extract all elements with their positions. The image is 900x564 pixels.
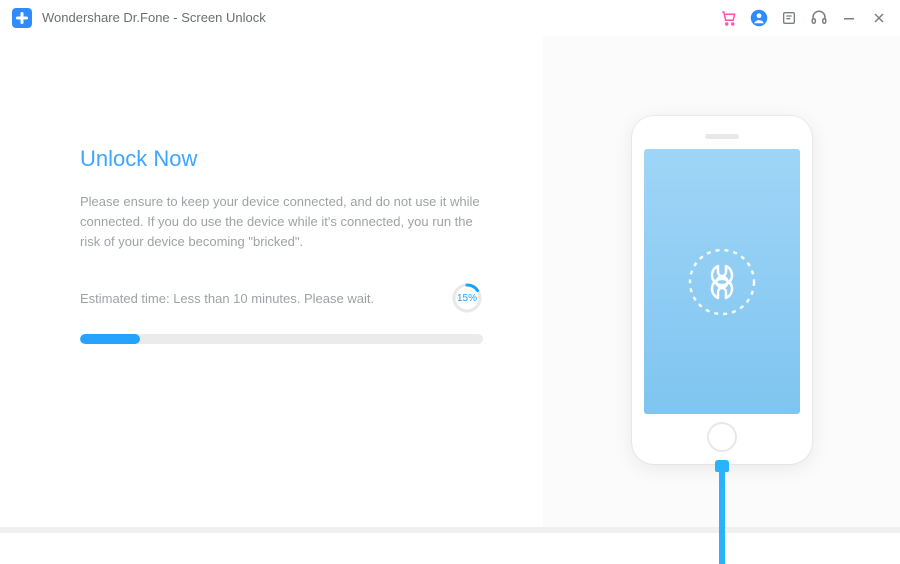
close-button[interactable] (870, 9, 888, 27)
support-icon[interactable] (810, 9, 828, 27)
titlebar-controls (720, 9, 888, 27)
phone-home-button (707, 422, 737, 452)
account-icon[interactable] (750, 9, 768, 27)
description-text: Please ensure to keep your device connec… (80, 192, 483, 252)
progress-percent-circle: 15% (451, 282, 483, 314)
cart-icon[interactable] (720, 9, 738, 27)
estimated-time-text: Estimated time: Less than 10 minutes. Pl… (80, 291, 374, 306)
progress-bar (80, 334, 483, 344)
phone-speaker (705, 134, 739, 139)
feedback-icon[interactable] (780, 9, 798, 27)
titlebar: Wondershare Dr.Fone - Screen Unlock (0, 0, 900, 36)
phone-screen (644, 149, 800, 414)
minimize-button[interactable] (840, 9, 858, 27)
plus-icon (16, 12, 28, 24)
content: Unlock Now Please ensure to keep your de… (0, 36, 900, 527)
progress-bar-fill (80, 334, 140, 344)
bottom-strip (0, 527, 900, 533)
progress-percent-label: 15% (457, 293, 477, 304)
right-panel (543, 36, 900, 527)
status-row: Estimated time: Less than 10 minutes. Pl… (80, 282, 483, 314)
cable (719, 464, 725, 564)
app-title: Wondershare Dr.Fone - Screen Unlock (42, 10, 266, 25)
wrench-icon (687, 247, 757, 317)
phone-illustration (632, 116, 812, 464)
left-panel: Unlock Now Please ensure to keep your de… (0, 36, 543, 527)
app-logo (12, 8, 32, 28)
page-heading: Unlock Now (80, 146, 483, 172)
